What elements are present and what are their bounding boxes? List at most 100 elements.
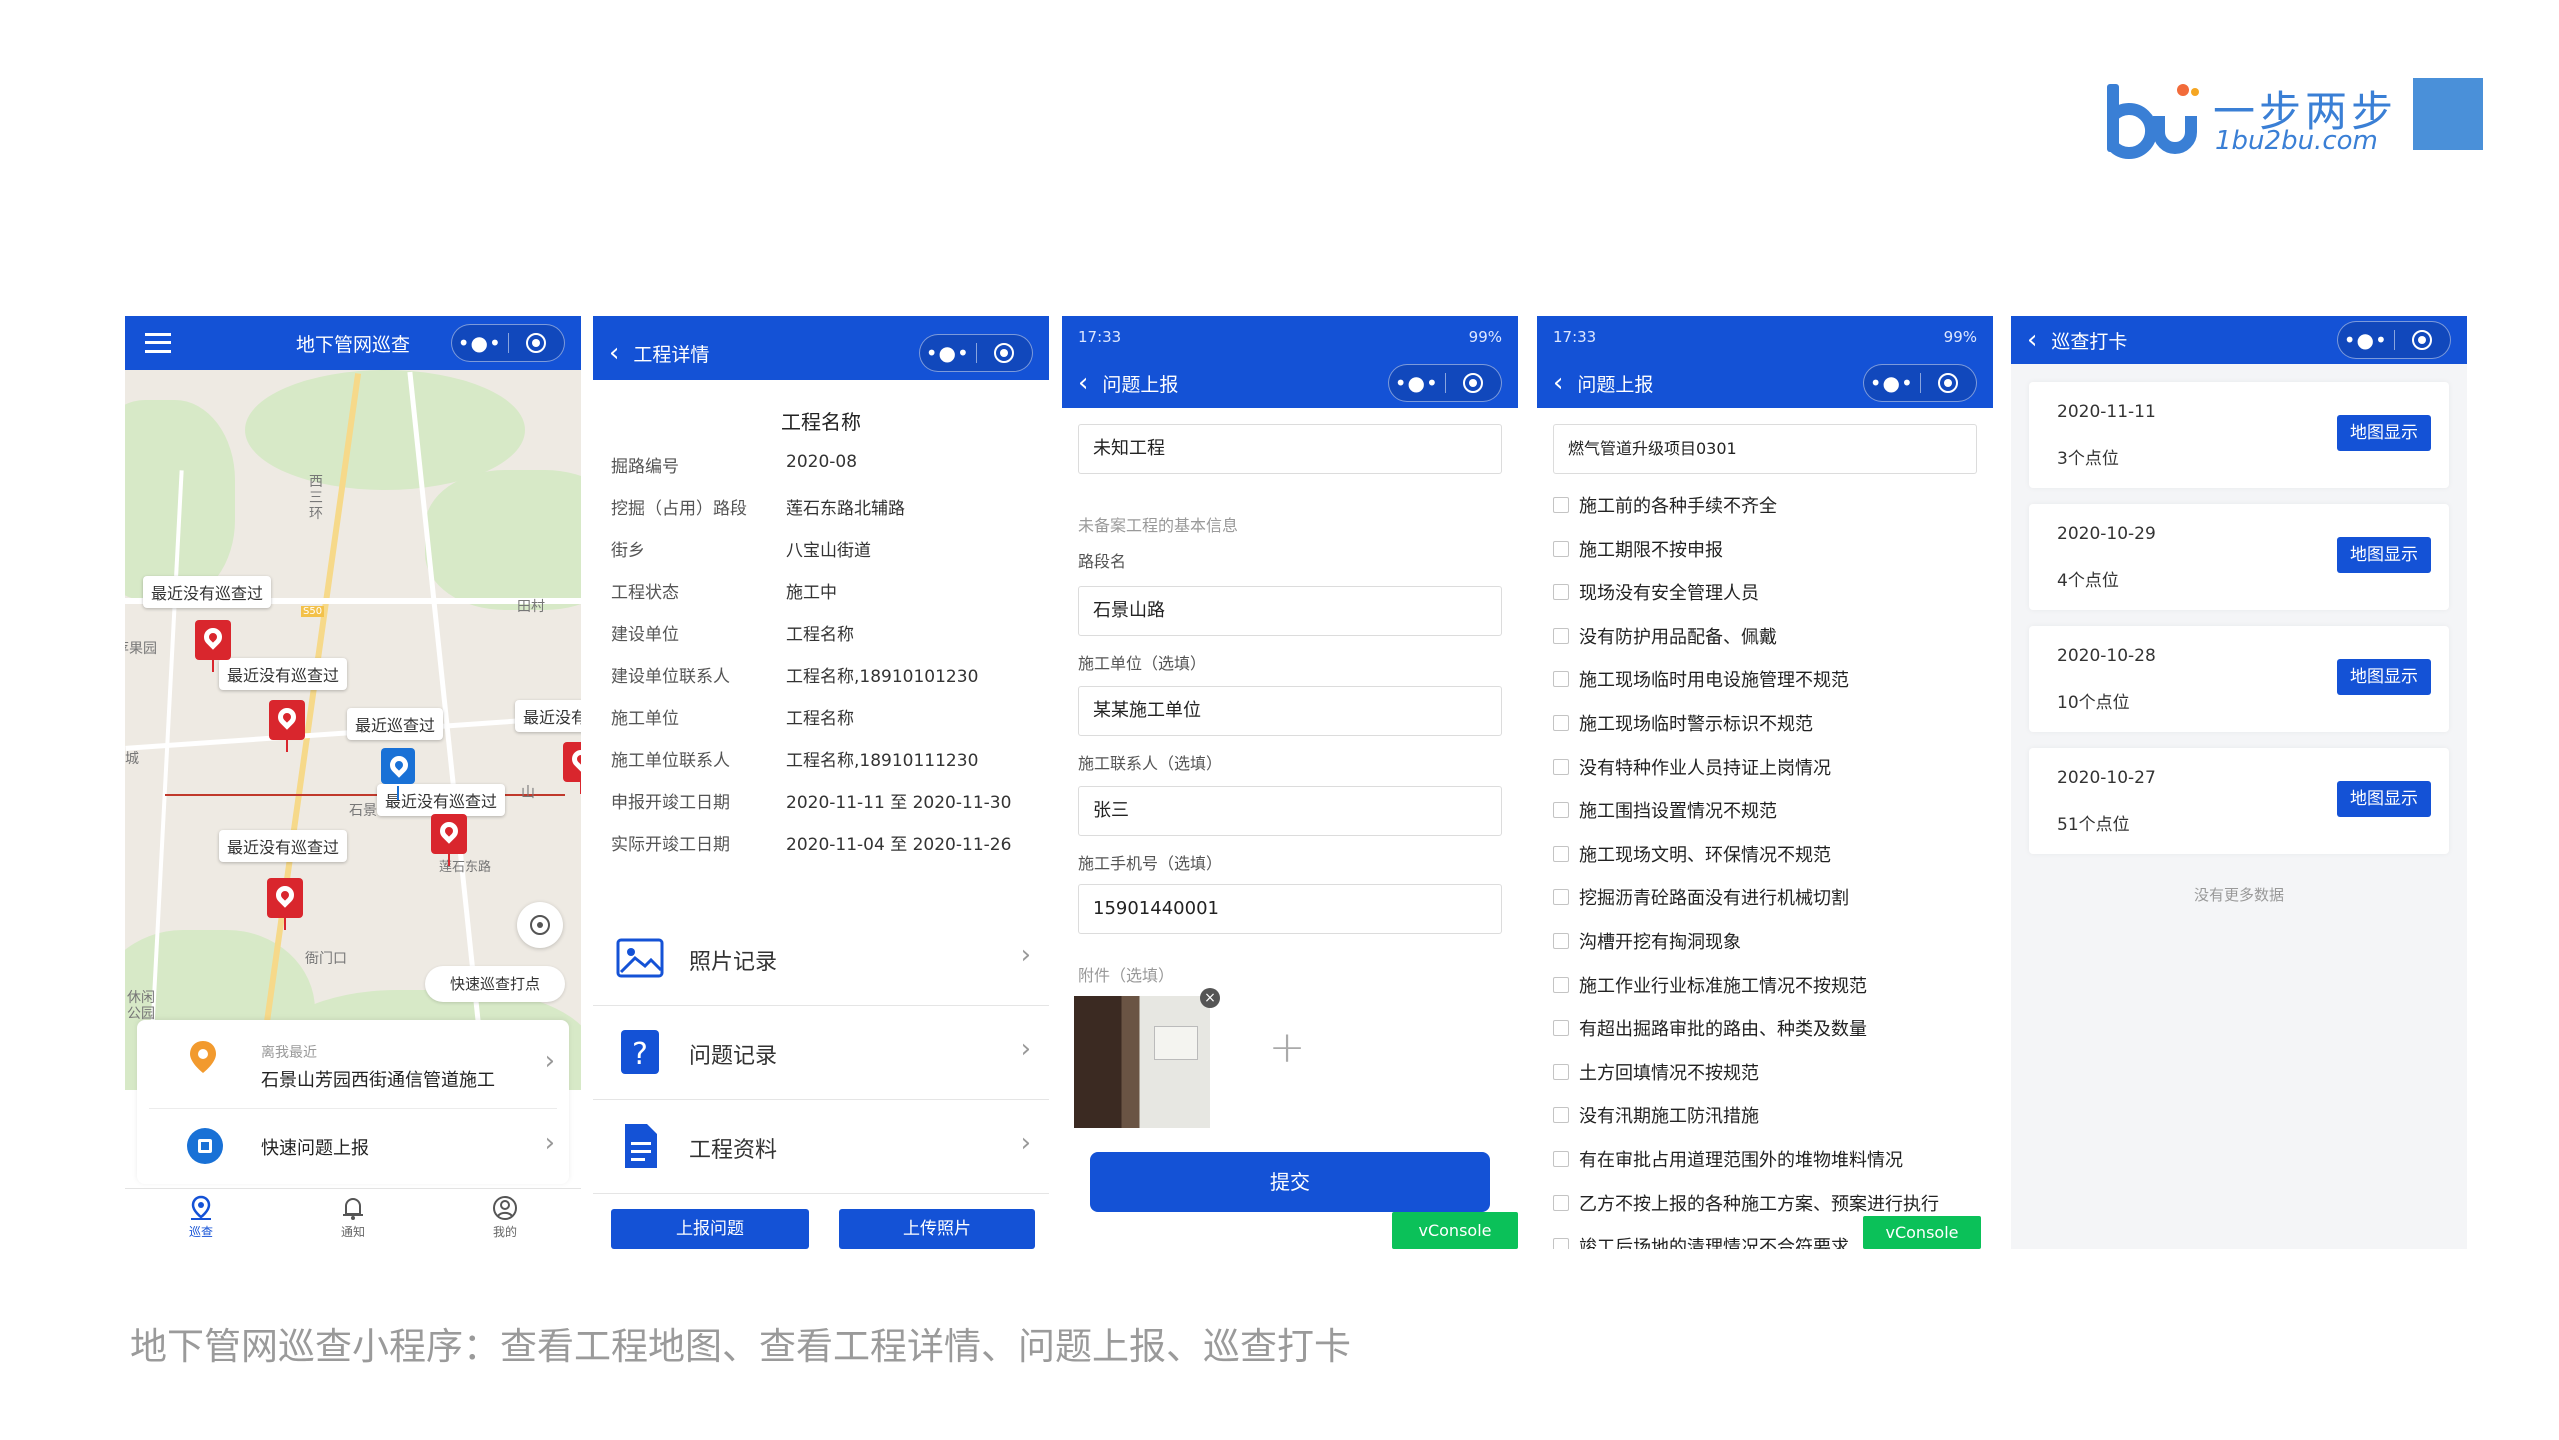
issue-checkbox-row[interactable]: 施工前的各种手续不齐全 — [1553, 492, 1777, 518]
issue-checkbox-row[interactable]: 有超出掘路审批的路由、种类及数量 — [1553, 1015, 1867, 1041]
more-icon[interactable]: •●• — [1389, 373, 1445, 393]
issue-checkbox-row[interactable]: 施工作业行业标准施工情况不按规范 — [1553, 972, 1867, 998]
more-icon[interactable]: •●• — [452, 333, 508, 353]
map-marker-red[interactable] — [269, 700, 305, 752]
back-icon[interactable]: ‹ — [2011, 327, 2051, 353]
issue-label: 施工现场临时警示标识不规范 — [1579, 714, 1813, 735]
map-marker-blue[interactable] — [381, 748, 415, 800]
close-miniprogram-icon[interactable] — [977, 343, 1033, 363]
capsule-menu[interactable]: •●• — [1388, 364, 1502, 402]
checkbox[interactable] — [1553, 976, 1569, 993]
map-marker-red[interactable] — [431, 814, 467, 866]
capsule-menu[interactable]: •●• — [2337, 321, 2451, 359]
map-callout[interactable]: 最近没有巡查过 — [219, 830, 348, 862]
issue-checkbox-row[interactable]: 没有特种作业人员持证上岗情况 — [1553, 754, 1831, 780]
checkbox[interactable] — [1553, 1238, 1569, 1249]
more-icon[interactable]: •●• — [1864, 373, 1920, 393]
report-issue-button[interactable]: 上报问题 — [611, 1209, 809, 1249]
project-select[interactable]: 燃气管道升级项目0301 — [1553, 424, 1977, 474]
show-on-map-button[interactable]: 地图显示 — [2337, 415, 2431, 451]
phone-input[interactable]: 15901440001 — [1078, 884, 1502, 934]
issue-checkbox-row[interactable]: 土方回填情况不按规范 — [1553, 1059, 1759, 1085]
close-miniprogram-icon[interactable] — [509, 333, 565, 353]
issue-checkbox-row[interactable]: 施工现场临时警示标识不规范 — [1553, 710, 1813, 736]
issue-checkbox-row[interactable]: 施工现场临时用电设施管理不规范 — [1553, 666, 1849, 692]
tab-mine[interactable]: 我的 — [475, 1195, 535, 1240]
issue-checkbox-row[interactable]: 没有汛期施工防汛措施 — [1553, 1102, 1759, 1128]
unit-input[interactable]: 某某施工单位 — [1078, 686, 1502, 736]
project-select[interactable]: 未知工程 — [1078, 424, 1502, 474]
contact-input[interactable]: 张三 — [1078, 786, 1502, 836]
upload-photo-button[interactable]: 上传照片 — [839, 1209, 1035, 1249]
checkbox[interactable] — [1553, 584, 1569, 601]
checkbox[interactable] — [1553, 1020, 1569, 1037]
quick-report-row[interactable]: 快速问题上报 › — [137, 1110, 569, 1180]
checkbox[interactable] — [1553, 1151, 1569, 1167]
submit-button[interactable]: 提交 — [1090, 1152, 1490, 1212]
checkbox[interactable] — [1553, 627, 1569, 644]
close-miniprogram-icon[interactable] — [1446, 373, 1502, 393]
issue-checkbox-row[interactable]: 现场没有安全管理人员 — [1553, 579, 1759, 605]
checkbox[interactable] — [1553, 933, 1569, 949]
issue-checkbox-row[interactable]: 有在审批占用道理范围外的堆物堆料情况 — [1553, 1146, 1903, 1172]
issue-checkbox-row[interactable]: 没有防护用品配备、佩戴 — [1553, 623, 1777, 649]
show-on-map-button[interactable]: 地图显示 — [2337, 537, 2431, 573]
checkbox[interactable] — [1553, 671, 1569, 688]
checkbox[interactable] — [1553, 1194, 1569, 1211]
checkbox[interactable] — [1553, 715, 1569, 731]
checkbox[interactable] — [1553, 497, 1569, 513]
menu-project-documents[interactable]: 工程资料 › — [593, 1100, 1049, 1194]
attachment-thumbnail[interactable] — [1074, 996, 1210, 1128]
issue-checkbox-row[interactable]: 沟槽开挖有掏洞现象 — [1553, 928, 1741, 954]
map-callout[interactable]: 最近没有 — [515, 700, 581, 732]
tab-notify[interactable]: 通知 — [323, 1195, 383, 1240]
bell-icon — [343, 1198, 363, 1220]
map-marker-red[interactable] — [267, 878, 303, 930]
issue-checkbox-row[interactable]: 施工现场文明、环保情况不规范 — [1553, 841, 1831, 867]
checkbox[interactable] — [1553, 889, 1569, 906]
detail-row: 工程状态 施工中 — [593, 568, 1049, 610]
issue-checkbox-row[interactable]: 乙方不按上报的各种施工方案、预案进行执行 — [1553, 1190, 1939, 1216]
issue-checkbox-row[interactable]: 竣工后场地的清理情况不合符要求 — [1553, 1233, 1849, 1249]
map-callout[interactable]: 最近没有巡查过 — [219, 658, 348, 690]
checkbox[interactable] — [1553, 1063, 1569, 1080]
more-icon[interactable]: •●• — [920, 343, 976, 363]
checkbox[interactable] — [1553, 802, 1569, 819]
show-on-map-button[interactable]: 地图显示 — [2337, 659, 2431, 695]
checkbox[interactable] — [1553, 1107, 1569, 1124]
capsule-menu[interactable]: •●• — [451, 324, 565, 362]
map-marker-red[interactable] — [195, 620, 231, 672]
back-icon[interactable]: ‹ — [1062, 370, 1102, 396]
locate-button[interactable] — [517, 902, 563, 948]
capsule-menu[interactable]: •●• — [919, 334, 1033, 372]
close-miniprogram-icon[interactable] — [1921, 373, 1977, 393]
checkbox[interactable] — [1553, 758, 1569, 775]
menu-photo-records[interactable]: 照片记录 › — [593, 912, 1049, 1006]
vconsole-button[interactable]: vConsole — [1392, 1212, 1518, 1249]
nearest-project-name: 石景山芳园西街通信管道施工 — [261, 1070, 495, 1091]
show-on-map-button[interactable]: 地图显示 — [2337, 781, 2431, 817]
issue-checkbox-row[interactable]: 挖掘沥青砼路面没有进行机械切割 — [1553, 884, 1849, 910]
close-miniprogram-icon[interactable] — [2395, 330, 2451, 350]
road-input[interactable]: 石景山路 — [1078, 586, 1502, 636]
nearest-project-row[interactable]: 离我最近 石景山芳园西街通信管道施工 › — [137, 1020, 569, 1104]
checkbox[interactable] — [1553, 540, 1569, 557]
more-icon[interactable]: •●• — [2338, 330, 2394, 350]
quick-checkin-button[interactable]: 快速巡查打点 — [425, 966, 565, 1002]
map-callout[interactable]: 最近没有巡查过 — [143, 576, 272, 608]
issue-checkbox-row[interactable]: 施工期限不按申报 — [1553, 536, 1723, 562]
add-attachment-icon[interactable]: + — [1264, 1026, 1310, 1072]
tab-patrol[interactable]: 巡查 — [171, 1195, 231, 1240]
map-view[interactable]: 西三环 田村 苹果园 石景 莲石东路 衙门口 休闲公园 城 山 S50 最近没有… — [125, 370, 581, 1090]
map-callout[interactable]: 最近巡查过 — [347, 708, 444, 740]
menu-issue-records[interactable]: ? 问题记录 › — [593, 1006, 1049, 1100]
back-icon[interactable]: ‹ — [593, 340, 633, 366]
vconsole-button[interactable]: vConsole — [1863, 1216, 1981, 1249]
issue-label: 施工作业行业标准施工情况不按规范 — [1579, 975, 1867, 997]
remove-attachment-icon[interactable]: × — [1200, 988, 1220, 1008]
map-marker-red[interactable] — [563, 742, 581, 794]
capsule-menu[interactable]: •●• — [1863, 364, 1977, 402]
back-icon[interactable]: ‹ — [1537, 370, 1577, 396]
issue-checkbox-row[interactable]: 施工围挡设置情况不规范 — [1553, 797, 1777, 823]
checkbox[interactable] — [1553, 845, 1569, 862]
